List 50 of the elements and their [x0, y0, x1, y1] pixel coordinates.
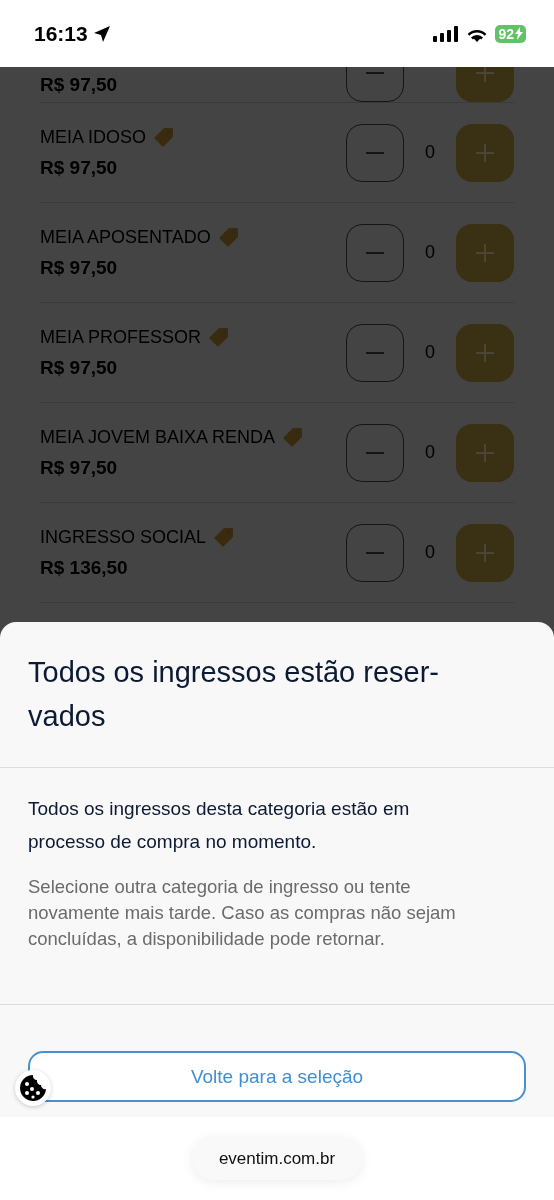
ticket-quantity: 0	[424, 142, 436, 163]
dialog-message: Todos os ingressos desta categoria estão em processo de compra no momento.	[28, 797, 411, 854]
ticket-name: MEIA IDOSO	[40, 126, 147, 148]
increase-button[interactable]	[456, 423, 514, 482]
minus-icon	[366, 72, 384, 74]
cookie-button[interactable]	[15, 1070, 51, 1106]
ticket-quantity: 0	[424, 242, 436, 263]
ticket-name: INGRESSO SOCIAL	[40, 526, 207, 548]
ticket-quantity: 0	[424, 342, 436, 363]
ticket-price: R$ 136,50	[40, 557, 129, 579]
clock-time: 16:13	[34, 21, 88, 46]
ticket-price: R$ 97,50	[40, 74, 119, 96]
charging-bolt-icon	[515, 27, 523, 40]
plus-icon	[476, 243, 494, 262]
address-bar[interactable]: eventim.com.br	[192, 1137, 362, 1180]
ticket-quantity: 0	[424, 442, 436, 463]
ticket-name: MEIA JOVEM BAIXA RENDA	[40, 426, 276, 448]
minus-icon	[366, 351, 384, 354]
plus-icon	[476, 143, 494, 162]
ticket-name: MEIA PROFESSOR	[40, 326, 202, 348]
minus-icon	[366, 551, 384, 554]
increase-button[interactable]	[456, 323, 514, 382]
decrease-button[interactable]	[346, 323, 404, 382]
plus-icon	[476, 343, 494, 362]
ticket-price: R$ 97,50	[40, 357, 119, 379]
decrease-button[interactable]	[346, 423, 404, 482]
increase-button[interactable]	[456, 523, 514, 582]
decrease-button[interactable]	[346, 123, 404, 182]
plus-icon	[476, 67, 494, 82]
ticket-price: R$ 97,50	[40, 457, 119, 479]
ticket-price: R$ 97,50	[40, 157, 119, 179]
back-to-selection-button[interactable]: Volte para a seleção	[28, 1051, 526, 1102]
decrease-button[interactable]	[346, 223, 404, 282]
ticket-name: MEIA APOSENTADO	[40, 226, 211, 248]
plus-icon	[476, 543, 494, 562]
ticket-price: R$ 97,50	[40, 257, 119, 279]
signal-icon	[433, 25, 460, 42]
dialog-hint: Selecione outra categoria de ingresso ou tente novamente mais tarde. Caso as compras não sejam concluídas, a disponibilidade pode retornar.	[28, 875, 457, 951]
increase-button[interactable]	[456, 223, 514, 282]
location-arrow-icon	[92, 24, 111, 43]
plus-icon	[476, 443, 494, 462]
increase-button[interactable]	[456, 123, 514, 182]
minus-icon	[366, 251, 384, 254]
battery-indicator: 92	[495, 24, 526, 43]
ticket-quantity: 0	[424, 542, 436, 563]
minus-icon	[366, 151, 384, 154]
minus-icon	[366, 451, 384, 454]
dialog-title: Todos os ingressos estão reser-vados	[27, 655, 441, 734]
decrease-button[interactable]	[346, 523, 404, 582]
cookie-icon	[19, 1074, 47, 1102]
